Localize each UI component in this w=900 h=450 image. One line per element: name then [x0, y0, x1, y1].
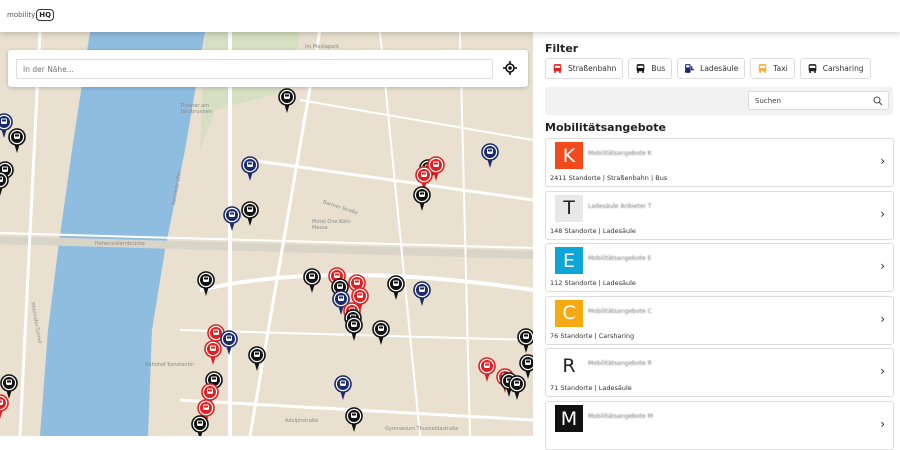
bus-stop-marker[interactable]	[519, 354, 533, 379]
search-band: Suchen	[545, 87, 893, 115]
car-icon	[807, 63, 818, 74]
search-placeholder: Suchen	[755, 97, 781, 105]
logo[interactable]: mobility HQ	[7, 9, 55, 21]
map-label: Hohenzollernbrücke	[95, 241, 145, 247]
filter-chips: Straßenbahn Bus Ladesäule Taxi Carsharing	[545, 58, 871, 79]
offer-card[interactable]: C Mobilitätsangebote C 76 Standorte | Ca…	[545, 295, 894, 345]
charging-station-marker[interactable]	[223, 206, 241, 231]
map-label: Adolphstraße	[285, 418, 319, 424]
side-panel: Filter Straßenbahn Bus Ladesäule Taxi Carsha…	[533, 32, 900, 450]
filter-chip-taxi[interactable]: Taxi	[750, 58, 795, 79]
provider-logo: T	[555, 194, 583, 222]
top-bar: mobility HQ	[0, 0, 900, 32]
filter-title: Filter	[545, 42, 579, 55]
bus-stop-marker[interactable]	[303, 268, 321, 293]
chip-label: Carsharing	[822, 64, 864, 73]
bus-stop-marker[interactable]	[508, 375, 526, 400]
provider-meta: 76 Standorte | Carsharing	[550, 331, 635, 340]
chevron-right-icon[interactable]: ›	[880, 312, 885, 326]
offers-title: Mobilitätsangebote	[545, 121, 666, 134]
filter-chip-carsharing[interactable]: Carsharing	[799, 58, 871, 79]
chevron-right-icon[interactable]: ›	[880, 417, 885, 431]
map-label: Gymnasium Thusneldastraße	[385, 426, 459, 432]
tram-stop-marker[interactable]	[0, 394, 9, 419]
provider-meta: 71 Standorte | Ladesäule	[550, 384, 632, 393]
bus-stop-marker[interactable]	[0, 171, 9, 196]
provider-logo: K	[555, 142, 583, 169]
provider-logo: M	[555, 405, 583, 432]
bus-stop-marker[interactable]	[413, 186, 431, 211]
logo-mark: HQ	[36, 9, 55, 21]
bus-stop-marker[interactable]	[8, 128, 26, 153]
provider-logo: C	[555, 299, 583, 327]
bus-stop-marker[interactable]	[517, 328, 533, 353]
chevron-right-icon[interactable]: ›	[880, 207, 885, 221]
locate-me-icon[interactable]	[503, 61, 517, 75]
provider-logo: R	[555, 352, 583, 380]
charging-station-marker[interactable]	[413, 281, 431, 306]
filter-chip-ladesäule[interactable]: Ladesäule	[677, 58, 746, 79]
chevron-right-icon[interactable]: ›	[880, 364, 885, 378]
filter-chip-bus[interactable]: Bus	[628, 58, 673, 79]
charging-station-marker[interactable]	[241, 156, 259, 181]
logo-text: mobility	[7, 11, 36, 19]
bus-stop-marker[interactable]	[387, 275, 405, 300]
tram-icon	[552, 63, 563, 74]
charging-station-marker[interactable]	[220, 330, 238, 355]
offer-search-input[interactable]: Suchen	[748, 91, 889, 110]
bus-stop-marker[interactable]	[197, 271, 215, 296]
bus-icon	[635, 63, 646, 74]
provider-name: Mobilitätsangebote M	[588, 413, 653, 420]
offer-card[interactable]: E Mobilitätsangebote E 112 Standorte | L…	[545, 243, 894, 293]
bus-stop-marker[interactable]	[372, 320, 390, 345]
offer-card[interactable]: T Ladesäule Anbieter T 148 Standorte | L…	[545, 190, 894, 240]
tram-stop-marker[interactable]	[478, 357, 496, 382]
chip-label: Straßenbahn	[568, 64, 617, 73]
bus-stop-marker[interactable]	[191, 415, 209, 436]
bus-stop-marker[interactable]	[345, 407, 363, 432]
provider-meta: 112 Standorte | Ladesäule	[550, 279, 636, 288]
bus-stop-marker[interactable]	[345, 316, 363, 341]
offer-card[interactable]: K Mobilitätsangebote K 2411 Standorte | …	[545, 138, 894, 187]
chip-label: Bus	[651, 64, 666, 73]
taxi-icon	[757, 63, 768, 74]
chip-label: Taxi	[773, 64, 788, 73]
chevron-right-icon[interactable]: ›	[880, 154, 885, 168]
provider-meta: 2411 Standorte | Straßenbahn | Bus	[550, 174, 668, 182]
provider-name: Ladesäule Anbieter T	[588, 202, 652, 210]
offer-card[interactable]: M Mobilitätsangebote M ›	[545, 401, 894, 450]
charging-station-marker[interactable]	[334, 375, 352, 400]
map-label: Bahnhof Konstantin	[145, 362, 194, 368]
nearby-search-input[interactable]	[16, 59, 493, 79]
search-icon[interactable]	[873, 96, 883, 106]
charging-station-icon	[684, 63, 695, 74]
chevron-right-icon[interactable]: ›	[880, 259, 885, 273]
provider-logo: E	[555, 247, 583, 275]
charging-station-marker[interactable]	[481, 143, 499, 168]
map-label: Theater am Tanzbrunnen	[180, 103, 213, 115]
provider-name: Mobilitätsangebote C	[588, 307, 652, 315]
tram-stop-marker[interactable]	[204, 340, 222, 365]
chip-label: Ladesäule	[700, 64, 739, 73]
bus-stop-marker[interactable]	[278, 88, 296, 113]
offer-card[interactable]: R Mobilitätsangebote R 71 Standorte | La…	[545, 348, 894, 398]
filter-chip-straßenbahn[interactable]: Straßenbahn	[545, 58, 624, 79]
provider-name: Mobilitätsangebote R	[588, 360, 652, 368]
nearby-search-card	[8, 50, 528, 87]
provider-name: Mobilitätsangebote E	[588, 255, 652, 263]
provider-name: Mobilitätsangebote K	[588, 150, 652, 157]
provider-meta: 148 Standorte | Ladesäule	[550, 226, 636, 235]
map-label: Motel One Köln-Messe	[312, 219, 352, 231]
bus-stop-marker[interactable]	[241, 201, 259, 226]
